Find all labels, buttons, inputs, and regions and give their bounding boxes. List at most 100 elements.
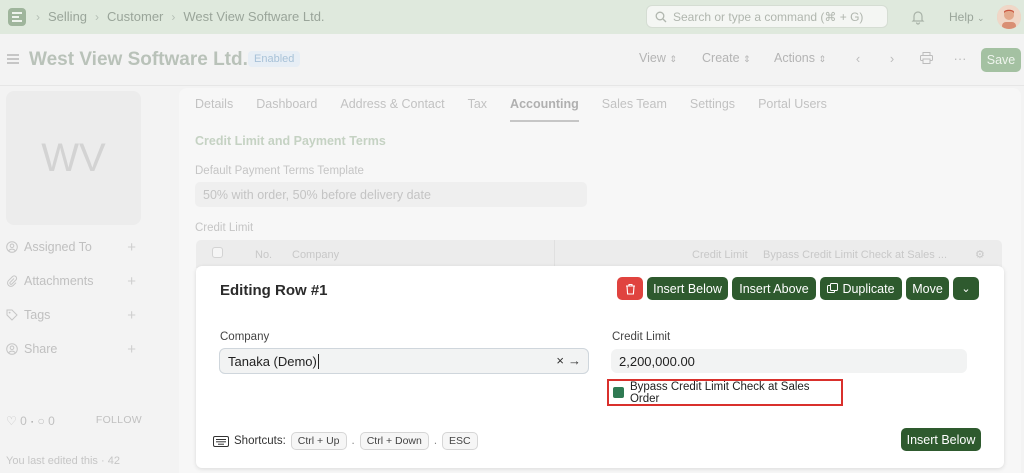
section-title: Credit Limit and Payment Terms (195, 134, 386, 148)
breadcrumb: › Selling › Customer › West View Softwar… (36, 9, 325, 24)
actions-button[interactable]: Actions ⇕ (774, 51, 826, 65)
tag-icon (6, 309, 18, 321)
insert-below-bottom-button[interactable]: Insert Below (901, 428, 981, 451)
previous-record-button[interactable]: ‹ (847, 47, 869, 69)
sidebar-item-attachments[interactable]: Attachments + (6, 273, 136, 290)
row-editor-title: Editing Row #1 (220, 282, 328, 299)
tab-portal-users[interactable]: Portal Users (758, 97, 827, 122)
plus-icon[interactable]: + (127, 273, 136, 290)
status-badge: Enabled (248, 51, 301, 67)
user-avatar[interactable] (997, 5, 1021, 29)
insert-above-button[interactable]: Insert Above (732, 277, 816, 300)
save-button[interactable]: Save (981, 48, 1021, 72)
insert-below-button[interactable]: Insert Below (647, 277, 728, 300)
credit-limit-input[interactable]: 2,200,000.00 (611, 349, 967, 373)
trash-icon (625, 283, 635, 295)
paperclip-icon (7, 275, 18, 287)
shortcuts-label: Shortcuts: (234, 435, 286, 447)
delete-row-button[interactable] (617, 277, 643, 300)
menu-icon[interactable] (7, 54, 19, 64)
search-input[interactable]: Search or type a command (⌘ + G) (646, 5, 888, 28)
shortcut-key: ESC (442, 432, 478, 450)
keyboard-shortcuts: Shortcuts: Ctrl + Up . Ctrl + Down . ESC (213, 432, 478, 450)
breadcrumb-item-customer[interactable]: Customer (107, 9, 163, 24)
breadcrumb-item-record[interactable]: West View Software Ltd. (183, 9, 324, 24)
engagement-stats: ♡ 0 · ○ 0 FOLLOW (6, 414, 142, 428)
tab-settings[interactable]: Settings (690, 97, 735, 122)
payment-terms-field[interactable]: 50% with order, 50% before delivery date (195, 182, 587, 207)
top-navbar: › Selling › Customer › West View Softwar… (0, 0, 1024, 34)
more-options-button[interactable]: ··· (949, 47, 971, 69)
ellipsis-icon: ··· (953, 50, 967, 66)
bypass-credit-check-field[interactable]: Bypass Credit Limit Check at Sales Order (607, 379, 843, 406)
duplicate-label: Duplicate (842, 281, 895, 296)
sidebar-item-label: Tags (24, 308, 51, 322)
page-title: West View Software Ltd. (29, 49, 248, 70)
tab-dashboard[interactable]: Dashboard (256, 97, 317, 122)
row-editor-card: Editing Row #1 Insert Below Insert Above… (196, 266, 1004, 468)
chevron-right-icon: › (889, 50, 895, 66)
updown-icon: ⇕ (669, 54, 677, 64)
chevron-left-icon: ‹ (855, 50, 861, 66)
print-button[interactable] (915, 47, 937, 69)
credit-limit-grid-header: No. Company Credit Limit Bypass Credit L… (196, 240, 1002, 268)
tab-tax[interactable]: Tax (468, 97, 487, 122)
create-button[interactable]: Create ⇕ (702, 51, 751, 65)
tab-details[interactable]: Details (195, 97, 233, 122)
heart-icon[interactable]: ♡ (6, 414, 17, 428)
chevron-right-icon: › (171, 9, 176, 24)
view-label: View (639, 51, 666, 65)
separator-dot: . (433, 435, 438, 447)
company-input[interactable]: Tanaka (Demo) × → (219, 348, 589, 374)
tab-sales-team[interactable]: Sales Team (602, 97, 667, 122)
breadcrumb-item-selling[interactable]: Selling (48, 9, 87, 24)
select-all-checkbox[interactable] (212, 247, 223, 258)
tab-address-contact[interactable]: Address & Contact (340, 97, 444, 122)
settings-icon[interactable]: ⚙ (975, 248, 985, 261)
copy-icon (827, 283, 839, 293)
customer-avatar[interactable]: WV (6, 91, 141, 225)
sidebar-item-label: Share (24, 342, 58, 356)
user-icon (6, 241, 18, 253)
grid-col-no: No. (255, 249, 273, 261)
plus-icon[interactable]: + (127, 307, 136, 324)
help-dropdown[interactable]: Help ⌄ (949, 10, 985, 24)
bell-icon[interactable] (910, 9, 926, 25)
duplicate-button[interactable]: Duplicate (820, 277, 902, 300)
view-button[interactable]: View ⇕ (639, 51, 677, 65)
company-label: Company (220, 331, 270, 343)
chevron-down-icon: ⌄ (961, 283, 971, 295)
sidebar-item-tags[interactable]: Tags + (6, 307, 136, 324)
bypass-checkbox[interactable] (613, 387, 624, 398)
move-button[interactable]: Move (906, 277, 949, 300)
credit-limit-label: Credit Limit (195, 222, 254, 234)
sidebar-item-label: Attachments (24, 274, 94, 288)
column-divider (554, 240, 555, 268)
tab-accounting[interactable]: Accounting (510, 97, 579, 122)
grid-col-company: Company (292, 249, 340, 261)
sidebar-item-assigned-to[interactable]: Assigned To + (6, 239, 136, 256)
search-placeholder: Search or type a command (⌘ + G) (673, 9, 864, 24)
updown-icon: ⇕ (818, 54, 827, 64)
collapse-editor-button[interactable]: ⌄ (953, 277, 979, 300)
credit-limit-field-label: Credit Limit (612, 331, 671, 343)
clear-icon[interactable]: × (556, 353, 564, 368)
comment-icon[interactable]: ○ (37, 414, 44, 428)
chevron-right-icon: › (95, 9, 100, 24)
arrow-right-icon[interactable]: → (568, 353, 581, 368)
payment-terms-label: Default Payment Terms Template (195, 165, 364, 177)
next-record-button[interactable]: › (881, 47, 903, 69)
sidebar-item-label: Assigned To (24, 240, 92, 254)
share-user-icon (6, 343, 18, 355)
likes-count: 0 (20, 414, 27, 428)
plus-icon[interactable]: + (127, 341, 136, 358)
keyboard-icon (213, 435, 229, 447)
plus-icon[interactable]: + (127, 239, 136, 256)
shortcut-key: Ctrl + Up (290, 432, 347, 450)
shortcut-key: Ctrl + Down (359, 432, 429, 450)
form-tabs: Details Dashboard Address & Contact Tax … (195, 97, 850, 122)
follow-button[interactable]: FOLLOW (96, 414, 142, 426)
sidebar-item-share[interactable]: Share + (6, 341, 136, 358)
page-header: West View Software Ltd. Enabled View ⇕ C… (0, 34, 1024, 86)
app-logo-icon[interactable] (8, 8, 26, 26)
